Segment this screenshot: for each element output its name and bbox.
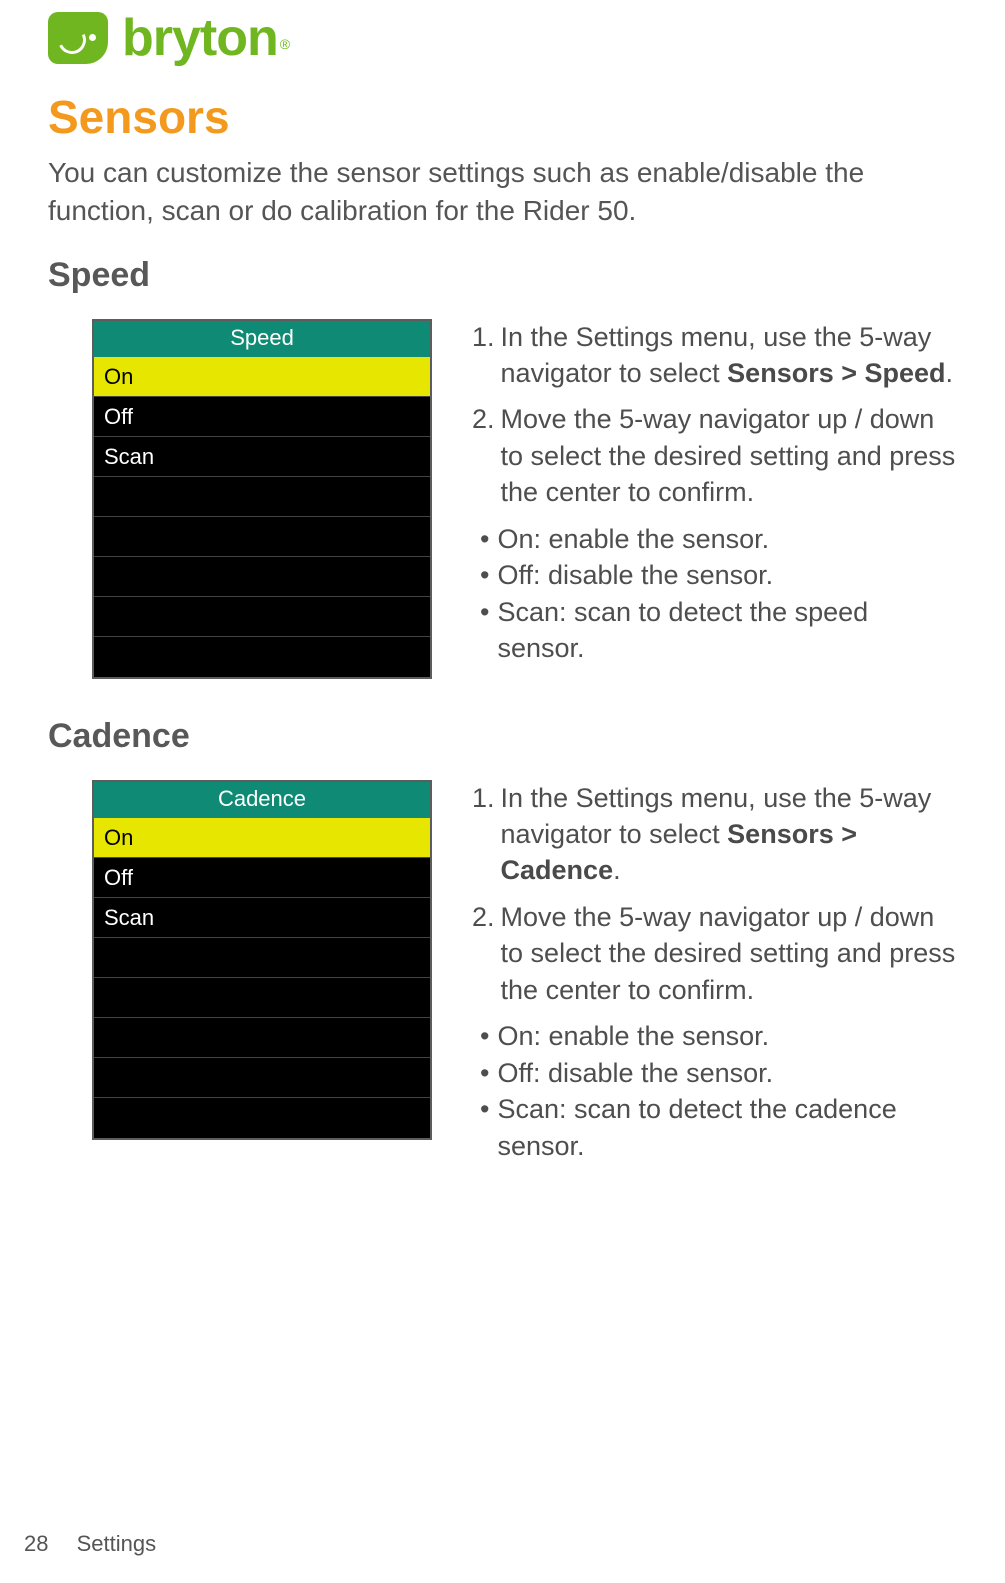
- speed-step1-post: .: [946, 358, 954, 388]
- registered-mark: ®: [280, 36, 290, 52]
- speed-step2-text: Move the 5-way navigator up / down to se…: [501, 401, 957, 510]
- cadence-device-title: Cadence: [94, 782, 430, 818]
- cadence-row-on[interactable]: On: [94, 818, 430, 858]
- speed-bullet-off: •Off: disable the sensor.: [480, 557, 957, 593]
- cadence-step-2: 2. Move the 5-way navigator up / down to…: [472, 899, 957, 1008]
- speed-row-off[interactable]: Off: [94, 397, 430, 437]
- speed-step-1: 1. In the Settings menu, use the 5-way n…: [472, 319, 957, 392]
- speed-row-empty: [94, 637, 430, 677]
- cadence-bullet-on: •On: enable the sensor.: [480, 1018, 957, 1054]
- bryton-logo-icon: [48, 12, 108, 64]
- speed-bullet-on: •On: enable the sensor.: [480, 521, 957, 557]
- cadence-row-empty: [94, 978, 430, 1018]
- speed-bullet-scan: •Scan: scan to detect the speed sensor.: [480, 594, 957, 667]
- cadence-bullet-off: •Off: disable the sensor.: [480, 1055, 957, 1091]
- cadence-step-1: 1. In the Settings menu, use the 5-way n…: [472, 780, 957, 889]
- cadence-step1-pre: In the Settings menu, use the 5-way navi…: [501, 783, 932, 849]
- brand-name: bryton: [122, 9, 278, 67]
- speed-device-title: Speed: [94, 321, 430, 357]
- speed-device-screenshot: Speed On Off Scan: [92, 319, 432, 679]
- cadence-device-screenshot: Cadence On Off Scan: [92, 780, 432, 1140]
- cadence-row-empty: [94, 1058, 430, 1098]
- cadence-step2-text: Move the 5-way navigator up / down to se…: [501, 899, 957, 1008]
- footer-section: Settings: [77, 1531, 157, 1556]
- page-footer: 28 Settings: [24, 1531, 156, 1557]
- speed-row-empty: [94, 557, 430, 597]
- speed-row-scan[interactable]: Scan: [94, 437, 430, 477]
- speed-row-empty: [94, 597, 430, 637]
- page-intro: You can customize the sensor settings su…: [48, 154, 938, 230]
- cadence-heading: Cadence: [48, 717, 957, 756]
- page-number: 28: [24, 1531, 48, 1556]
- brand-logo: bryton®: [48, 8, 957, 68]
- cadence-bullet-scan: •Scan: scan to detect the cadence sensor…: [480, 1091, 957, 1164]
- page-title: Sensors: [48, 90, 957, 144]
- cadence-row-empty: [94, 1018, 430, 1058]
- speed-row-empty: [94, 517, 430, 557]
- cadence-row-scan[interactable]: Scan: [94, 898, 430, 938]
- speed-heading: Speed: [48, 256, 957, 295]
- cadence-row-empty: [94, 1098, 430, 1138]
- speed-step-2: 2. Move the 5-way navigator up / down to…: [472, 401, 957, 510]
- cadence-step1-post: .: [613, 855, 621, 885]
- speed-step1-path: Sensors > Speed: [727, 358, 945, 388]
- speed-row-on[interactable]: On: [94, 357, 430, 397]
- cadence-row-off[interactable]: Off: [94, 858, 430, 898]
- speed-row-empty: [94, 477, 430, 517]
- cadence-row-empty: [94, 938, 430, 978]
